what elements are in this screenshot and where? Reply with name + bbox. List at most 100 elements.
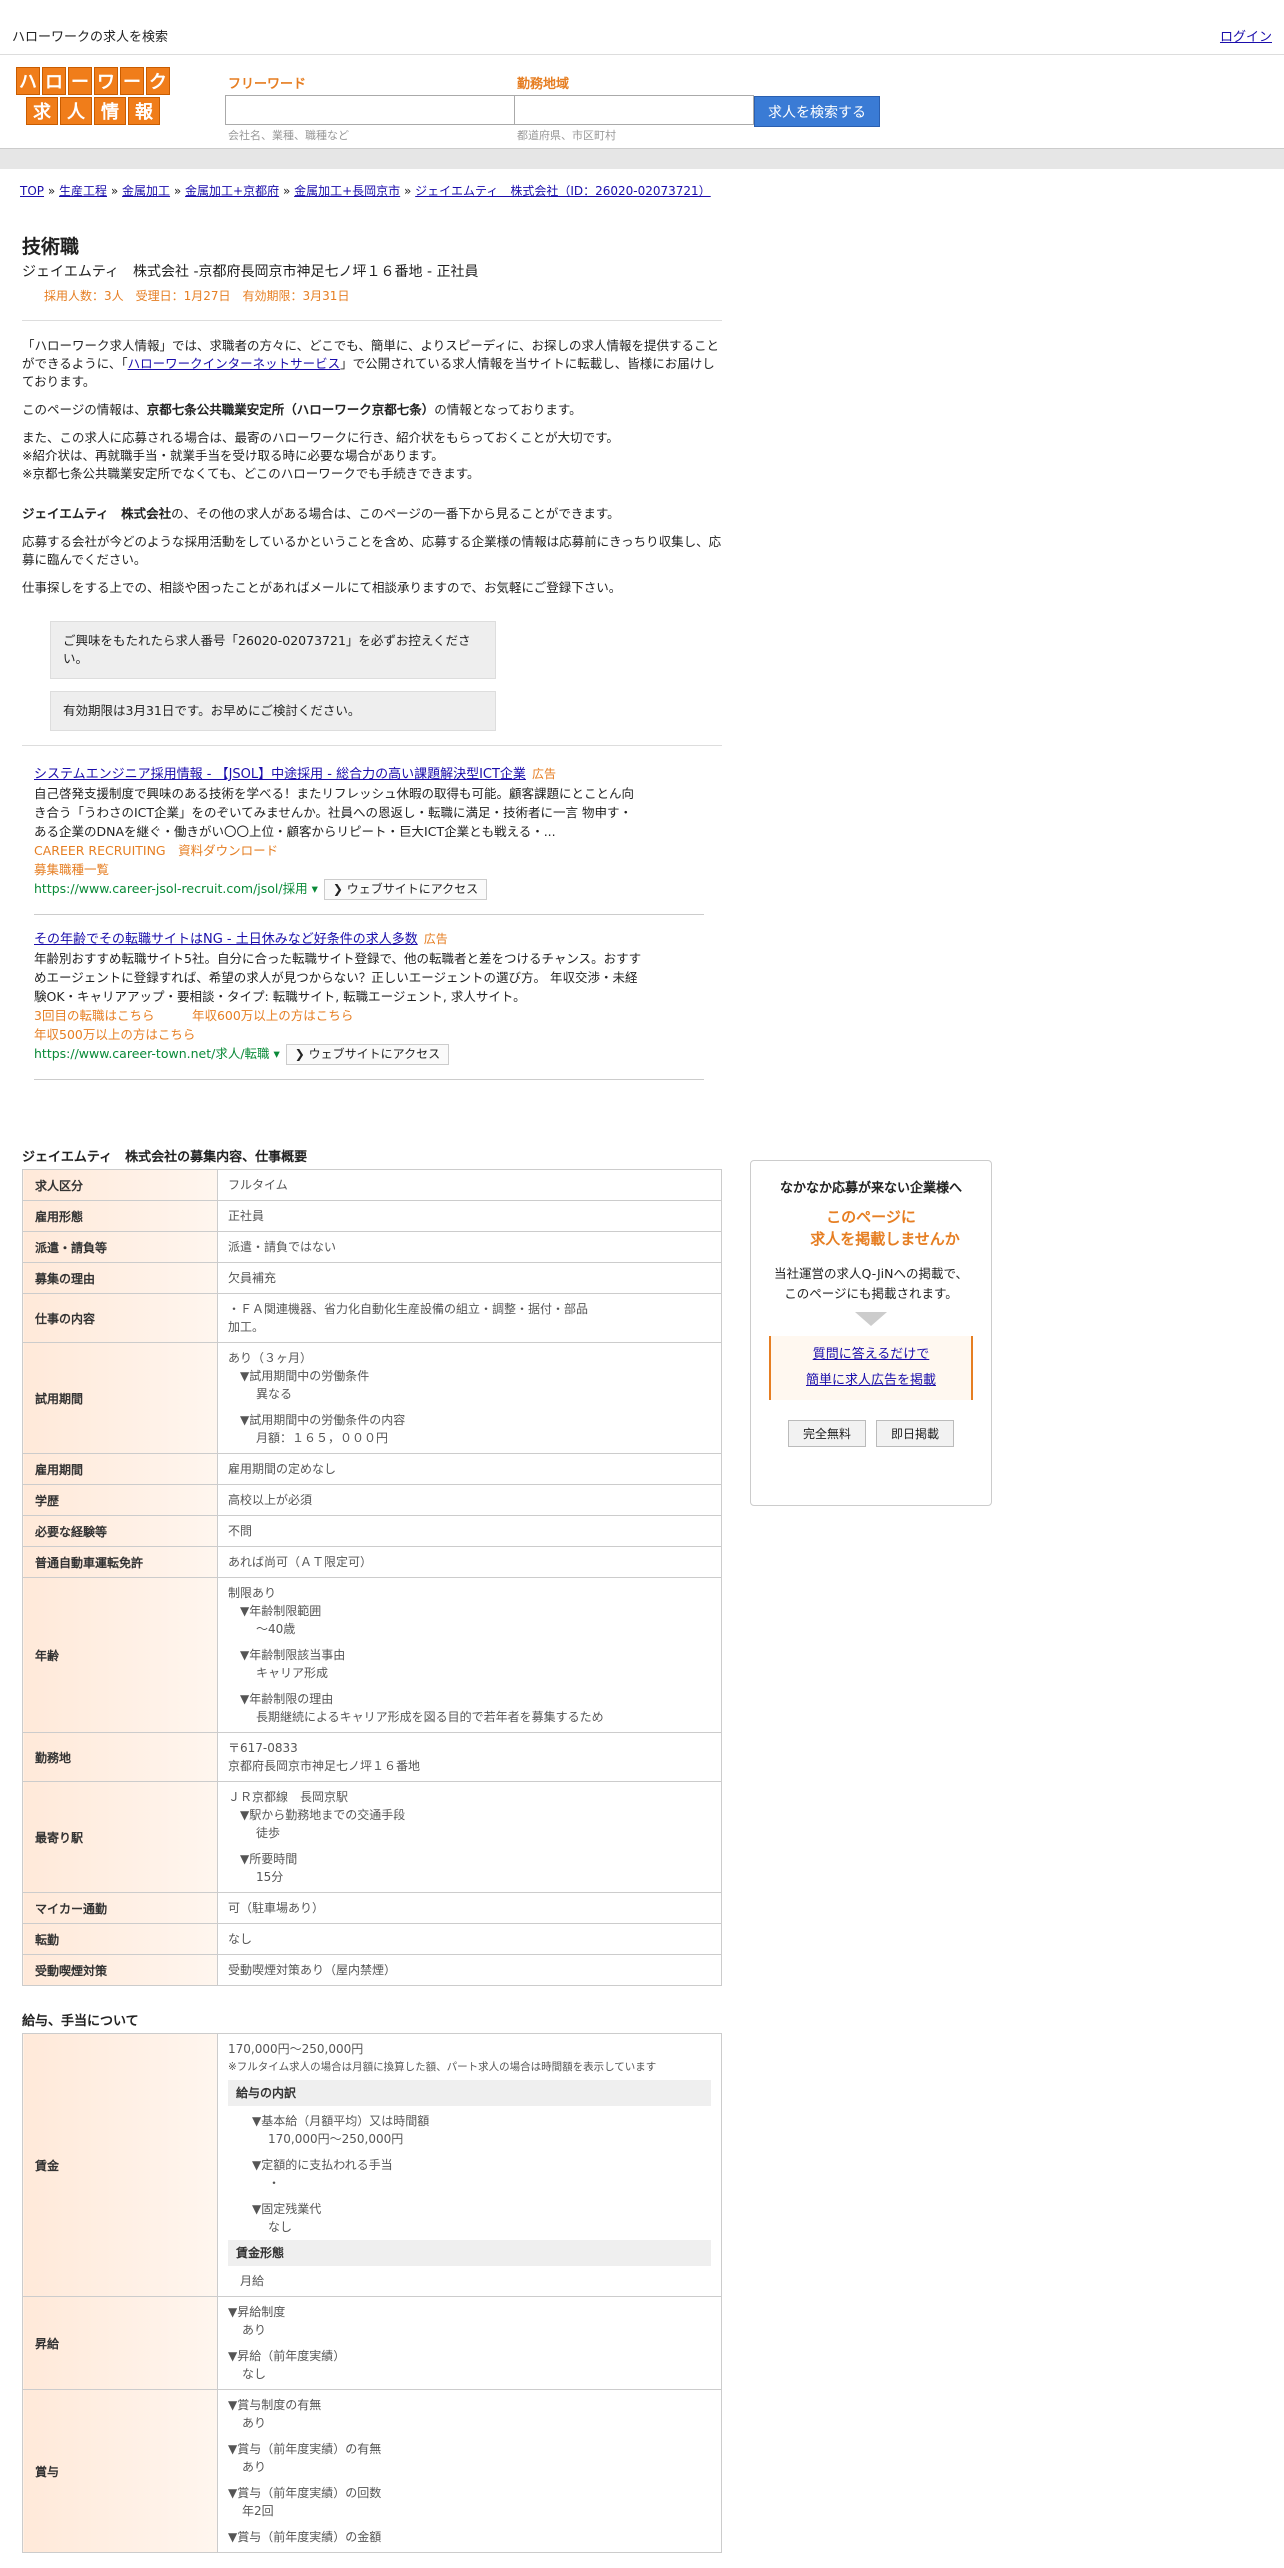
- row-value: ＪＲ京都線 長岡京駅 ▼駅から勤務地までの交通手段 徒歩 ▼所要時間 15分: [217, 1781, 722, 1893]
- job-title: 技術職: [22, 236, 80, 258]
- area-input[interactable]: [514, 95, 754, 125]
- ad-visit-button[interactable]: ❯ ウェブサイトにアクセス: [323, 879, 488, 900]
- other-jobs-text: の、その他の求人がある場合は、このページの一番下から見ることができます。: [171, 506, 620, 521]
- row-key: 仕事の内容: [22, 1293, 218, 1343]
- hellowork-internet-link[interactable]: ハローワークインターネットサービス: [128, 356, 341, 371]
- breadcrumb-link[interactable]: ジェイエムティ 株式会社（ID：26020-02073721）: [415, 184, 711, 198]
- ad-title-link[interactable]: システムエンジニア採用情報 - 【JSOL】中途採用 - 総合力の高い課題解決型…: [34, 767, 526, 782]
- row-value: 派遣・請負ではない: [217, 1231, 722, 1263]
- breadcrumb-separator: »: [404, 184, 412, 198]
- sub-heading: ▼昇給（前年度実績）: [228, 2349, 346, 2363]
- table-row: 雇用期間 雇用期間の定めなし: [22, 1453, 722, 1485]
- ad-tag: 広告: [531, 767, 556, 781]
- breadcrumb-link[interactable]: TOP: [20, 184, 44, 198]
- area-label: 勤務地域: [517, 77, 570, 92]
- value-line: ・ＦＡ関連機器、省力化自動化生産設備の組立・調整・据付・部品: [228, 1302, 589, 1316]
- promo-desc-line: このページにも掲載されます。: [784, 1286, 958, 1301]
- row-value: 欠員補充: [217, 1262, 722, 1294]
- referral-text: また、この求人に応募される場合は、最寄のハローワークに行き、紹介状をもらっておく…: [22, 430, 619, 445]
- promo-link[interactable]: 簡単に求人広告を掲載: [806, 1373, 936, 1388]
- logo-char: ハ: [16, 67, 40, 95]
- breakdown-header: 給与の内訳: [228, 2080, 711, 2106]
- expiry-notice: 有効期限は3月31日です。お早めにご検討ください。: [50, 691, 496, 731]
- row-value: ▼昇給制度 あり ▼昇給（前年度実績） なし: [217, 2296, 722, 2390]
- ad-block: システムエンジニア採用情報 - 【JSOL】中途採用 - 総合力の高い課題解決型…: [34, 764, 714, 1080]
- job-subtitle: ジェイエムティ 株式会社 -京都府長岡京市神足七ノ坪１６番地 - 正社員: [22, 264, 479, 280]
- row-value: なし: [217, 1923, 722, 1955]
- sub-heading: ▼賞与（前年度実績）の回数: [228, 2486, 382, 2500]
- ad-sitelink[interactable]: 3回目の転職はこちら 年収600万以上の方はこちら: [34, 1006, 714, 1025]
- breadcrumb-separator: »: [282, 184, 291, 198]
- sub-value: なし: [242, 2367, 267, 2381]
- ad-sitelink[interactable]: CAREER RECRUITING 資料ダウンロード: [34, 841, 714, 860]
- row-key: 昇給: [22, 2296, 218, 2390]
- table-row: 最寄り駅 ＪＲ京都線 長岡京駅 ▼駅から勤務地までの交通手段 徒歩 ▼所要時間 15分: [22, 1781, 722, 1893]
- ad-body: 年齢別おすすめ転職サイト5社。自分に合った転職サイト登録で、他の転職者と差をつけ…: [34, 951, 642, 1004]
- breadcrumb-link[interactable]: 金属加工+京都府: [185, 184, 279, 198]
- site-logo[interactable]: ハローワーク 求人情報: [5, 67, 181, 125]
- sub-heading: ▼年齢制限の理由: [240, 1692, 334, 1706]
- freeword-input[interactable]: [225, 95, 515, 125]
- down-arrow-icon: [855, 1312, 887, 1326]
- value-line: 派遣・請負ではない: [228, 1240, 337, 1254]
- ad-url[interactable]: https://www.career-jsol-recruit.com/jsol…: [34, 881, 318, 896]
- row-key: 賃金: [22, 2033, 218, 2297]
- table-row: 仕事の内容 ・ＦＡ関連機器、省力化自動化生産設備の組立・調整・据付・部品 加工。: [22, 1293, 722, 1343]
- ad-title-link[interactable]: その年齢でその転職サイトはNG - 土日休みなど好条件の求人多数: [34, 932, 418, 947]
- sub-value: 異なる: [256, 1387, 293, 1401]
- sub-heading: ▼賞与（前年度実績）の金額: [228, 2530, 382, 2544]
- source-text: の情報となっております。: [434, 402, 582, 417]
- sub-value: 年2回: [242, 2504, 274, 2518]
- value-line: 不問: [228, 1524, 253, 1538]
- row-value: 高校以上が必須: [217, 1484, 722, 1516]
- table-row: 昇給 ▼昇給制度 あり ▼昇給（前年度実績） なし: [22, 2296, 722, 2390]
- value-line: 高校以上が必須: [228, 1493, 313, 1507]
- sub-heading: ▼試用期間中の労働条件: [240, 1369, 370, 1383]
- sub-heading: ▼定額的に支払われる手当: [252, 2158, 393, 2172]
- row-value: 可（駐車場あり）: [217, 1892, 722, 1924]
- breadcrumb-separator: »: [47, 184, 56, 198]
- value-line: ＪＲ京都線 長岡京駅: [228, 1790, 349, 1804]
- logo-char: 報: [128, 97, 160, 125]
- search-button[interactable]: 求人を検索する: [754, 96, 880, 127]
- row-key: マイカー通勤: [22, 1892, 218, 1924]
- promo-desc-line: 当社運営の求人Q-JiNへの掲載で、: [774, 1266, 968, 1281]
- sub-value: ・: [268, 2176, 281, 2190]
- breadcrumb-link[interactable]: 金属加工: [122, 184, 170, 198]
- same-day-button[interactable]: 即日掲載: [876, 1420, 955, 1447]
- sub-heading: ▼固定残業代: [252, 2202, 322, 2216]
- sub-heading: ▼駅から勤務地までの交通手段: [240, 1808, 406, 1822]
- other-jobs-paragraph: ジェイエムティ 株式会社の、その他の求人がある場合は、このページの一番下から見る…: [22, 505, 722, 523]
- breadcrumb-link[interactable]: 金属加工+長岡京市: [294, 184, 400, 198]
- login-link[interactable]: ログイン: [1220, 26, 1272, 45]
- area-hint: 都道府県、市区町村: [517, 129, 616, 142]
- table-row: マイカー通勤 可（駐車場あり）: [22, 1892, 722, 1924]
- sub-value: あり: [242, 2460, 267, 2474]
- free-button[interactable]: 完全無料: [787, 1420, 866, 1447]
- ad-sitelink[interactable]: 募集職種一覧: [34, 860, 714, 879]
- sub-heading: ▼年齢制限該当事由: [240, 1648, 346, 1662]
- logo-char: ク: [146, 67, 170, 95]
- logo-char: ワ: [94, 67, 118, 95]
- ad-sitelink[interactable]: 年収500万以上の方はこちら: [34, 1025, 714, 1044]
- sub-heading: ▼所要時間: [240, 1852, 298, 1866]
- row-key: 学歴: [22, 1484, 218, 1516]
- value-line: 京都府長岡京市神足七ノ坪１６番地: [228, 1759, 421, 1773]
- ad-visit-button[interactable]: ❯ ウェブサイトにアクセス: [285, 1044, 450, 1065]
- table-row: 試用期間 あり（３ヶ月） ▼試用期間中の労働条件 異なる ▼試用期間中の労働条件の内容月…: [22, 1342, 722, 1454]
- value-line: フルタイム: [228, 1178, 288, 1192]
- referral-text: ※京都七条公共職業安定所でなくても、どこのハローワークでも手続きできます。: [22, 466, 480, 481]
- ad-item: システムエンジニア採用情報 - 【JSOL】中途採用 - 総合力の高い課題解決型…: [34, 764, 714, 900]
- ad-url[interactable]: https://www.career-town.net/求人/転職 ▾: [34, 1046, 280, 1061]
- row-key: 最寄り駅: [22, 1781, 218, 1893]
- row-key: 受動喫煙対策: [22, 1954, 218, 1986]
- ad-body: 自己啓発支援制度で興味のある技術を学べる！またリフレッシュ休暇の取得も可能。顧客…: [34, 786, 635, 839]
- table-row: 転勤 なし: [22, 1923, 722, 1955]
- row-key: 試用期間: [22, 1342, 218, 1454]
- breadcrumb-link[interactable]: 生産工程: [59, 184, 107, 198]
- promo-link[interactable]: 質問に答えるだけで: [813, 1347, 930, 1362]
- value-line: 加工。: [228, 1320, 265, 1334]
- salary-title: 給与、手当について: [22, 2014, 139, 2029]
